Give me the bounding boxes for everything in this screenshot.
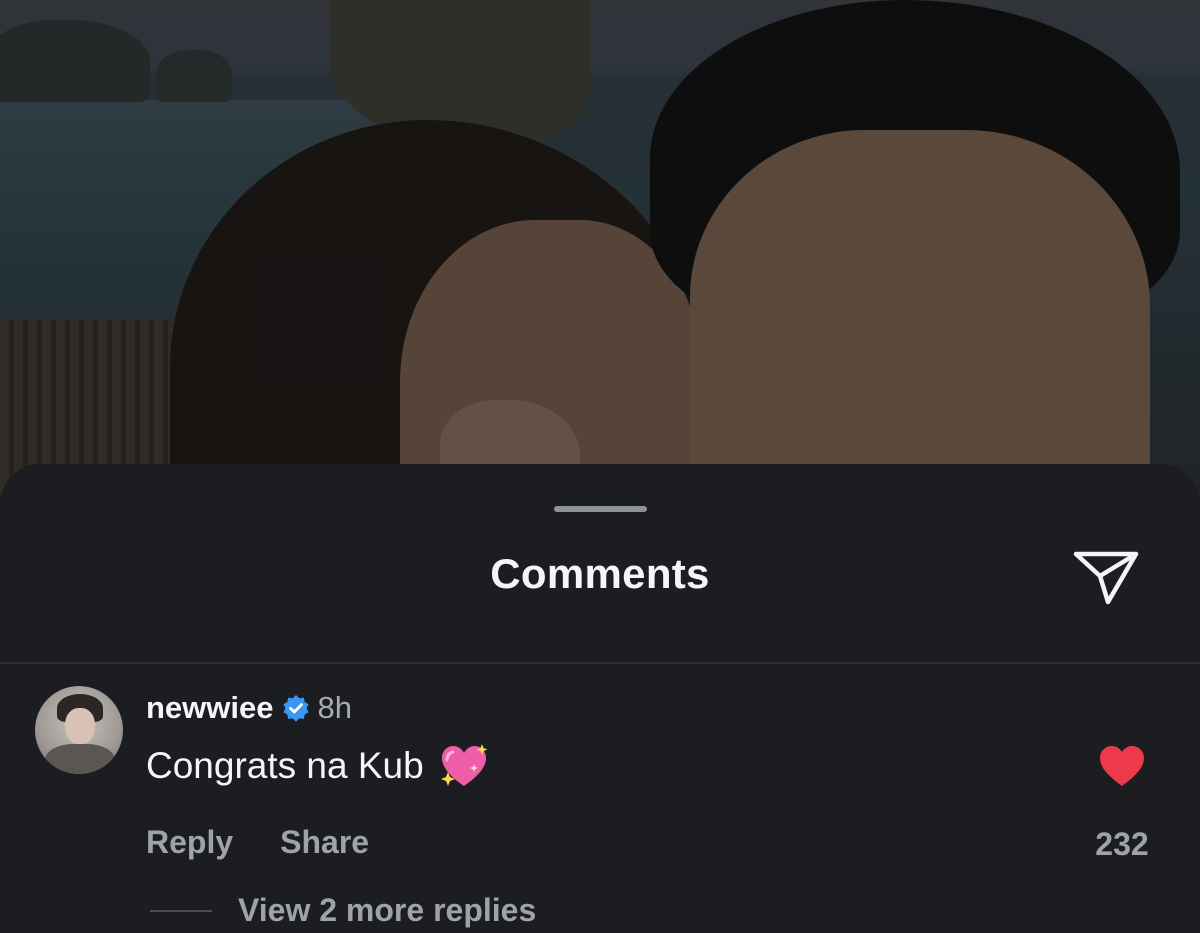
share-button[interactable]: Share — [280, 824, 369, 861]
verified-badge-icon — [282, 695, 309, 722]
comment-timestamp: 8h — [317, 690, 352, 725]
comment-header: newwiee 8h — [146, 688, 352, 728]
sparkling-heart-icon — [440, 744, 488, 786]
header-divider — [0, 662, 1200, 664]
view-replies-button[interactable]: View 2 more replies — [150, 892, 536, 929]
comment-body: Congrats na Kub — [146, 742, 490, 790]
comments-sheet: Comments newwiee 8h Congrats na Kub Repl… — [0, 464, 1200, 933]
comment-actions: Reply Share — [146, 824, 369, 861]
reply-button[interactable]: Reply — [146, 824, 233, 861]
sheet-drag-handle[interactable] — [554, 506, 647, 512]
comments-title: Comments — [490, 550, 710, 597]
view-replies-label: View 2 more replies — [238, 892, 537, 928]
like-count: 232 — [1095, 826, 1149, 862]
replies-divider-line — [150, 909, 212, 912]
heart-icon[interactable] — [1098, 744, 1146, 788]
comment-text: Congrats na Kub — [146, 745, 424, 786]
comment-username[interactable]: newwiee — [146, 690, 274, 726]
paper-plane-icon[interactable] — [1070, 544, 1142, 608]
comment-item: newwiee 8h Congrats na Kub Reply Share 2… — [0, 686, 1200, 929]
avatar[interactable] — [35, 686, 123, 774]
